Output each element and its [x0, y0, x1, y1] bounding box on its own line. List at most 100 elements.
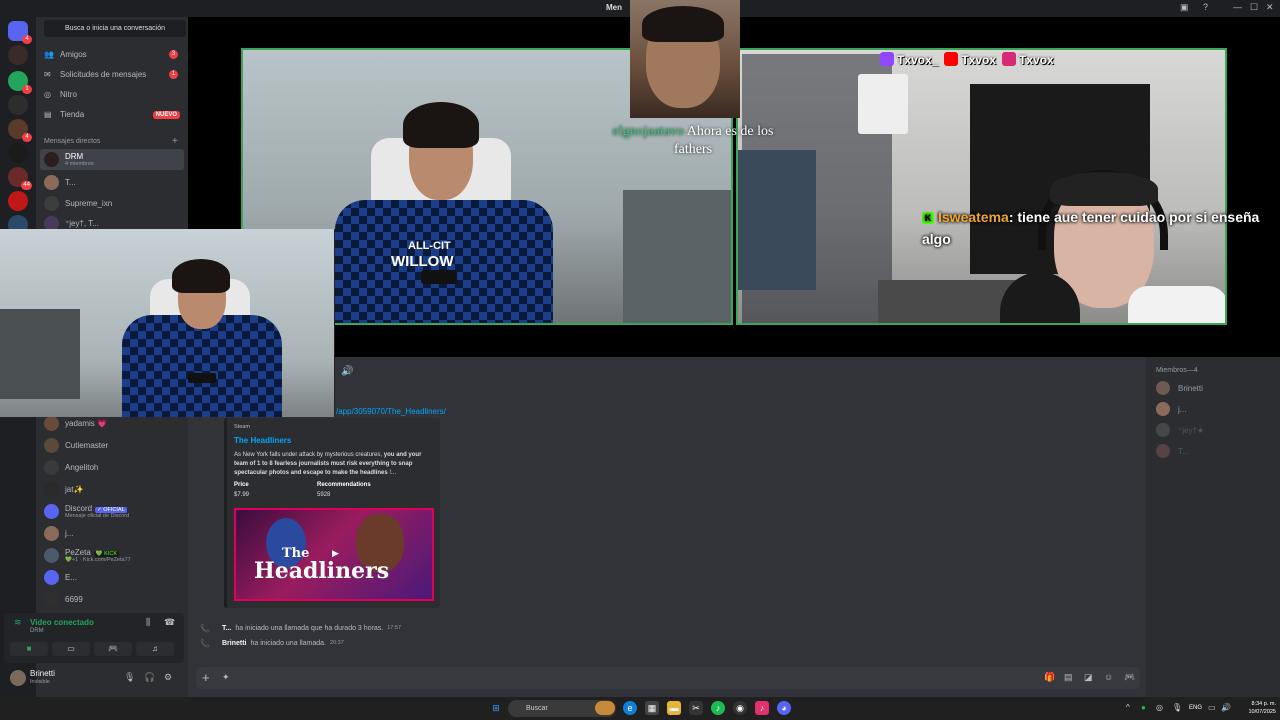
message-composer[interactable]: + ✦ 🎁 ▤ ◪ ☺ 🎮 — [196, 667, 1140, 689]
screen-share-button[interactable]: ▭ — [52, 642, 90, 656]
sticker-icon[interactable]: ◪ — [1084, 672, 1093, 683]
nav-nitro[interactable]: ◎ Nitro — [44, 86, 184, 103]
dm-item[interactable]: Supreme_ixn — [40, 193, 184, 214]
dm-item[interactable]: 6699 — [40, 589, 184, 610]
add-attachment-icon[interactable]: + — [202, 670, 210, 685]
dm-item[interactable]: Discord ✓ OFICIAL Mensaje oficial de Disco… — [40, 501, 184, 522]
nav-label: Solicitudes de mensajes — [60, 70, 147, 79]
streamer-cap — [1050, 172, 1158, 206]
server-icon[interactable] — [8, 143, 28, 163]
stream-tile[interactable] — [736, 48, 1227, 325]
server-icon[interactable]: 44 — [8, 167, 32, 190]
discord-home-icon[interactable]: 4 — [8, 21, 32, 44]
noise-suppression-icon[interactable]: ⫼ — [146, 617, 150, 628]
microphone-icon[interactable]: 🎙 — [124, 672, 135, 683]
maximize-button[interactable]: ☐ — [1250, 2, 1258, 13]
dm-name: Supreme_ixn — [65, 199, 113, 208]
dm-name: T... — [65, 178, 76, 187]
windows-start-icon[interactable]: ⊞ — [489, 701, 503, 715]
server-icon-green[interactable]: 1 — [8, 71, 32, 94]
minimize-button[interactable]: — — [1233, 2, 1242, 12]
help-icon[interactable]: ? — [1203, 2, 1208, 12]
inbox-icon[interactable]: ▣ — [1180, 2, 1189, 13]
tray-app-icon[interactable]: ◎ — [1156, 703, 1163, 712]
dm-item[interactable]: T... — [40, 172, 184, 193]
discord-taskbar-icon[interactable]: ◕ — [777, 701, 791, 715]
member-item[interactable]: Brinetti — [1156, 379, 1276, 397]
embed-title[interactable]: The Headliners — [234, 436, 291, 445]
search-conversation-button[interactable]: Busca o inicia una conversación — [44, 20, 186, 37]
network-icon[interactable]: ▭ — [1208, 703, 1216, 712]
message-link[interactable]: /app/3059070/The_Headliners/ — [336, 407, 446, 416]
store-icon[interactable]: ▦ — [645, 701, 659, 715]
close-button[interactable]: ✕ — [1266, 2, 1274, 13]
streamer-hair — [403, 102, 479, 148]
member-item[interactable]: ⁺jey†★ — [1156, 421, 1276, 439]
spotify-icon[interactable]: ♪ — [711, 701, 725, 715]
dm-name: DRM — [65, 152, 84, 161]
tiktok-icon[interactable]: ♪ — [755, 701, 769, 715]
activity-icon[interactable]: 🎮 — [1124, 672, 1135, 683]
instagram-icon — [1002, 52, 1017, 66]
voice-status: Video conectado — [30, 618, 94, 627]
language-indicator[interactable]: ENG — [1189, 705, 1202, 711]
avatar — [1156, 444, 1170, 458]
gif-icon[interactable]: ▤ — [1064, 672, 1073, 683]
camera-button[interactable]: ■ — [10, 642, 48, 656]
nav-message-requests[interactable]: ✉ Solicitudes de mensajes 1 — [44, 66, 184, 83]
nav-label: Tienda — [60, 110, 85, 119]
speaker-icon[interactable]: 🔊 — [341, 366, 353, 377]
dm-sub: 4 miembros — [65, 161, 94, 167]
file-explorer-icon[interactable]: ▬ — [667, 701, 681, 715]
dm-item[interactable]: Angelitoh — [40, 457, 184, 478]
headphones-icon[interactable]: 🎧 — [144, 672, 155, 683]
call-time: 20:37 — [330, 640, 344, 646]
app-icon[interactable]: ◉ — [733, 701, 747, 715]
member-item[interactable]: T... — [1156, 442, 1276, 460]
apps-icon[interactable]: ✦ — [222, 672, 230, 683]
badge: 4 — [22, 35, 32, 44]
add-dm-icon[interactable]: + — [172, 136, 178, 147]
twitch-handle: Txvox_ — [880, 52, 938, 67]
dm-item[interactable]: E... — [40, 567, 184, 588]
nav-shop[interactable]: ▤ Tienda NUEVO — [44, 106, 184, 123]
gift-icon[interactable]: 🎁 — [1044, 672, 1055, 683]
settings-gear-icon[interactable]: ⚙ — [164, 672, 172, 683]
dm-item[interactable]: jat✨ — [40, 479, 184, 500]
call-user[interactable]: T... — [222, 625, 231, 632]
user-avatar[interactable] — [10, 670, 26, 686]
dm-item[interactable]: DRM 4 miembros — [40, 149, 184, 170]
dm-item[interactable]: PeZeta 💚 KICK 💚+1 · Kick.com/PeZeta77 — [40, 545, 184, 566]
server-icon-drm[interactable] — [8, 45, 28, 65]
kick-icon: K — [922, 212, 934, 224]
soundboard-button[interactable]: ♫ — [136, 642, 174, 656]
member-item[interactable]: j... — [1156, 400, 1276, 418]
edge-icon[interactable]: e — [623, 701, 637, 715]
tray-mic-icon[interactable]: 🎙 — [1172, 703, 1182, 712]
tray-spotify-icon[interactable]: ● — [1141, 703, 1146, 712]
server-icon[interactable]: 4 — [8, 119, 32, 142]
server-icon[interactable] — [8, 191, 28, 211]
disconnect-icon[interactable]: ☎ — [164, 617, 175, 628]
recommendations-label: Recommendations — [317, 482, 371, 488]
picture-in-picture-stream[interactable] — [0, 229, 335, 417]
jersey — [122, 315, 282, 417]
search-highlight-icon[interactable] — [595, 701, 615, 715]
clock[interactable]: 8:34 p. m. 10/07/2025 — [1236, 700, 1276, 716]
voice-channel: DRM — [30, 628, 44, 634]
dm-item[interactable]: Cutiemaster — [40, 435, 184, 456]
nav-friends[interactable]: 👥 Amigos 3 — [44, 46, 184, 63]
volume-icon[interactable]: 🔊 — [1221, 703, 1231, 712]
call-text: ha iniciado una llamada que ha durado 3 … — [235, 624, 384, 632]
embed-image[interactable]: ▶ The Headliners — [234, 508, 434, 601]
call-user[interactable]: Brinetti — [222, 640, 247, 647]
avatar — [44, 460, 59, 475]
signal-icon[interactable]: ≋ — [14, 617, 22, 628]
activity-button[interactable]: 🎮 — [94, 642, 132, 656]
dm-item[interactable]: j... — [40, 523, 184, 544]
tray-chevron-icon[interactable]: ^ — [1126, 703, 1130, 712]
server-icon[interactable] — [8, 95, 28, 115]
app-icon[interactable]: ✂ — [689, 701, 703, 715]
call-time: 17:57 — [387, 625, 401, 631]
emoji-icon[interactable]: ☺ — [1104, 672, 1113, 682]
